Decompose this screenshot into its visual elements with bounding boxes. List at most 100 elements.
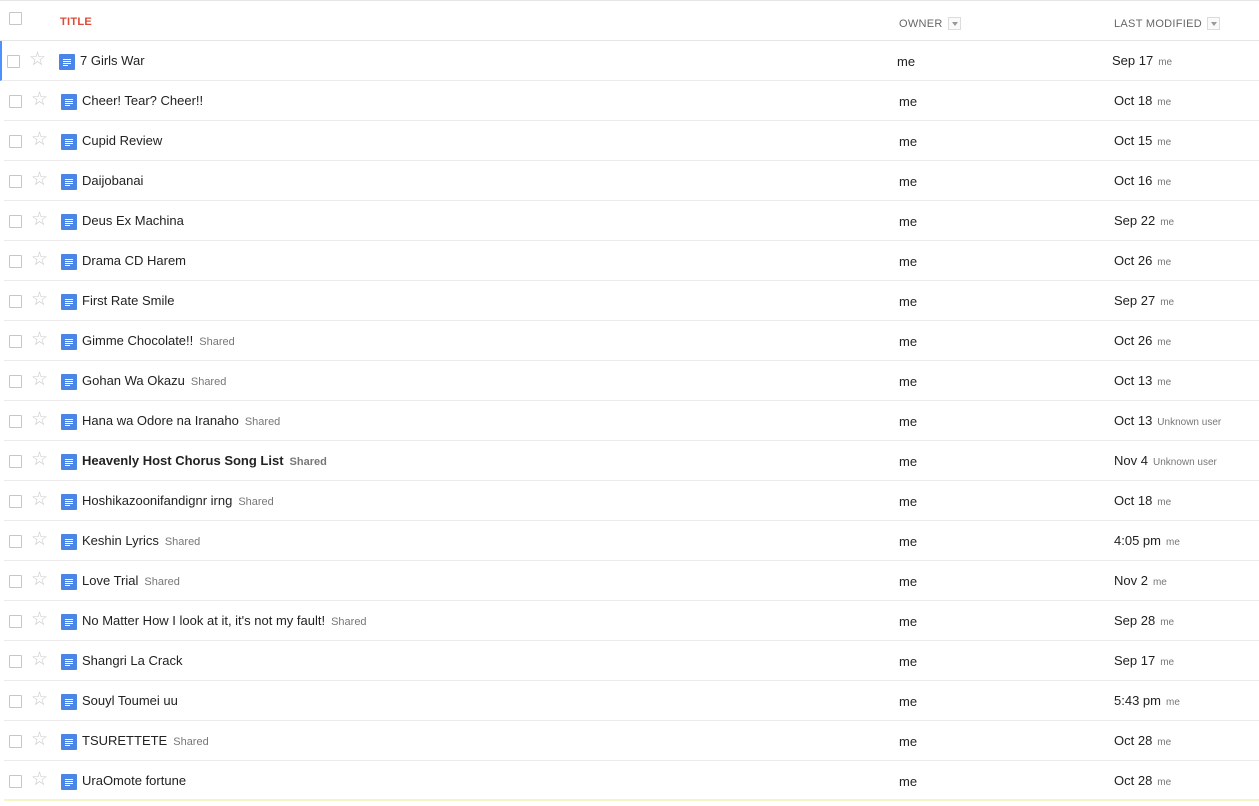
- table-row[interactable]: ☆ Souyl Toumei uu me 5:43 pm me: [4, 681, 1259, 721]
- table-row[interactable]: ☆ Hoshikazoonifandignr irng Shared me Oct 18…: [4, 481, 1259, 521]
- modified-date: Oct 28: [1114, 773, 1153, 788]
- row-checkbox[interactable]: [9, 95, 22, 108]
- row-checkbox[interactable]: [9, 215, 22, 228]
- row-checkbox[interactable]: [9, 175, 22, 188]
- modified-by: me: [1165, 697, 1180, 708]
- table-row[interactable]: ☆ Daijobanai me Oct 16 me: [4, 161, 1259, 201]
- file-title[interactable]: First Rate Smile: [82, 293, 174, 308]
- table-row[interactable]: ☆ Cupid Review me Oct 15 me: [4, 121, 1259, 161]
- file-title[interactable]: Drama CD Harem: [82, 253, 186, 268]
- table-row[interactable]: ☆ TSURETTETE Shared me Oct 28 me: [4, 721, 1259, 761]
- star-icon[interactable]: ☆: [31, 610, 48, 629]
- modified-date: Oct 28: [1114, 733, 1153, 748]
- last-modified: Oct 13 Unknown user: [1114, 413, 1221, 428]
- star-icon[interactable]: ☆: [31, 530, 48, 549]
- shared-badge: Shared: [289, 456, 327, 468]
- file-title[interactable]: Cupid Review: [82, 133, 162, 148]
- file-owner: me: [899, 254, 918, 269]
- row-checkbox[interactable]: [9, 135, 22, 148]
- file-title[interactable]: Cheer! Tear? Cheer!!: [82, 93, 203, 108]
- file-title[interactable]: 7 Girls War: [80, 53, 145, 68]
- file-title[interactable]: Deus Ex Machina: [82, 213, 184, 228]
- star-icon[interactable]: ☆: [31, 370, 48, 389]
- row-checkbox[interactable]: [9, 495, 22, 508]
- file-title[interactable]: Hana wa Odore na Iranaho Shared: [82, 413, 280, 428]
- file-title[interactable]: Gimme Chocolate!! Shared: [82, 333, 235, 348]
- row-checkbox[interactable]: [9, 255, 22, 268]
- file-title[interactable]: Hoshikazoonifandignr irng Shared: [82, 493, 274, 508]
- modified-date: Oct 15: [1114, 133, 1153, 148]
- file-title[interactable]: Love Trial Shared: [82, 573, 180, 588]
- file-owner: me: [899, 214, 918, 229]
- table-row[interactable]: ☆ UraOmote fortune me Oct 28 me: [4, 761, 1259, 801]
- title-column-header[interactable]: TITLE: [60, 16, 92, 28]
- table-row[interactable]: ☆ Hana wa Odore na Iranaho Shared me Oct 13 U…: [4, 401, 1259, 441]
- file-rows: ☆ 7 Girls War me Sep 17 me ☆ Cheer! Tear? Chee…: [0, 41, 1259, 801]
- file-title[interactable]: Keshin Lyrics Shared: [82, 533, 200, 548]
- table-row[interactable]: ☆ Love Trial Shared me Nov 2 me: [4, 561, 1259, 601]
- file-title[interactable]: No Matter How I look at it, it's not my …: [82, 613, 367, 628]
- table-row[interactable]: ☆ 7 Girls War me Sep 17 me: [0, 41, 1259, 81]
- table-row[interactable]: ☆ First Rate Smile me Sep 27 me: [4, 281, 1259, 321]
- row-checkbox[interactable]: [7, 55, 20, 68]
- file-title[interactable]: Souyl Toumei uu: [82, 693, 178, 708]
- table-row[interactable]: ☆ Shangri La Crack me Sep 17 me: [4, 641, 1259, 681]
- row-checkbox[interactable]: [9, 695, 22, 708]
- star-icon[interactable]: ☆: [31, 770, 48, 789]
- star-icon[interactable]: ☆: [31, 450, 48, 469]
- star-icon[interactable]: ☆: [31, 570, 48, 589]
- star-icon[interactable]: ☆: [31, 650, 48, 669]
- row-checkbox[interactable]: [9, 775, 22, 788]
- star-icon[interactable]: ☆: [31, 690, 48, 709]
- row-checkbox[interactable]: [9, 535, 22, 548]
- file-title[interactable]: Gohan Wa Okazu Shared: [82, 373, 226, 388]
- row-checkbox[interactable]: [9, 375, 22, 388]
- table-row[interactable]: ☆ Keshin Lyrics Shared me 4:05 pm me: [4, 521, 1259, 561]
- last-modified: Sep 17 me: [1114, 653, 1174, 668]
- star-icon[interactable]: ☆: [31, 330, 48, 349]
- table-row[interactable]: ☆ Drama CD Harem me Oct 26 me: [4, 241, 1259, 281]
- table-row[interactable]: ☆ Heavenly Host Chorus Song List Shared me N…: [4, 441, 1259, 481]
- file-title[interactable]: UraOmote fortune: [82, 773, 186, 788]
- row-checkbox[interactable]: [9, 735, 22, 748]
- modified-by: me: [1160, 617, 1175, 628]
- star-icon[interactable]: ☆: [31, 490, 48, 509]
- file-title[interactable]: Heavenly Host Chorus Song List Shared: [82, 453, 327, 468]
- row-checkbox[interactable]: [9, 455, 22, 468]
- star-icon[interactable]: ☆: [29, 50, 46, 69]
- document-icon: [61, 534, 77, 550]
- table-row[interactable]: ☆ Gimme Chocolate!! Shared me Oct 26 me: [4, 321, 1259, 361]
- star-icon[interactable]: ☆: [31, 210, 48, 229]
- star-icon[interactable]: ☆: [31, 730, 48, 749]
- select-all-checkbox[interactable]: [9, 12, 22, 25]
- row-checkbox[interactable]: [9, 415, 22, 428]
- last-modified-sort-icon[interactable]: [1207, 17, 1221, 30]
- row-checkbox[interactable]: [9, 295, 22, 308]
- owner-column-header[interactable]: OWNER: [899, 17, 961, 30]
- row-checkbox[interactable]: [9, 655, 22, 668]
- last-modified: Sep 22 me: [1114, 213, 1174, 228]
- modified-by: me: [1160, 657, 1175, 668]
- file-title[interactable]: Shangri La Crack: [82, 653, 182, 668]
- row-checkbox[interactable]: [9, 615, 22, 628]
- star-icon[interactable]: ☆: [31, 410, 48, 429]
- star-icon[interactable]: ☆: [31, 90, 48, 109]
- row-checkbox[interactable]: [9, 575, 22, 588]
- star-icon[interactable]: ☆: [31, 130, 48, 149]
- file-title-text: Hoshikazoonifandignr irng: [82, 493, 233, 508]
- star-icon[interactable]: ☆: [31, 250, 48, 269]
- owner-sort-icon[interactable]: [947, 17, 961, 30]
- file-owner: me: [899, 414, 918, 429]
- last-modified-column-header[interactable]: LAST MODIFIED: [1114, 17, 1221, 30]
- table-row[interactable]: ☆ Cheer! Tear? Cheer!! me Oct 18 me: [4, 81, 1259, 121]
- file-title[interactable]: Daijobanai: [82, 173, 143, 188]
- star-icon[interactable]: ☆: [31, 290, 48, 309]
- document-icon: [59, 54, 75, 70]
- table-row[interactable]: ☆ Deus Ex Machina me Sep 22 me: [4, 201, 1259, 241]
- table-row[interactable]: ☆ No Matter How I look at it, it's not my…: [4, 601, 1259, 641]
- file-title-text: UraOmote fortune: [82, 773, 187, 788]
- file-title[interactable]: TSURETTETE Shared: [82, 733, 209, 748]
- star-icon[interactable]: ☆: [31, 170, 48, 189]
- row-checkbox[interactable]: [9, 335, 22, 348]
- table-row[interactable]: ☆ Gohan Wa Okazu Shared me Oct 13 me: [4, 361, 1259, 401]
